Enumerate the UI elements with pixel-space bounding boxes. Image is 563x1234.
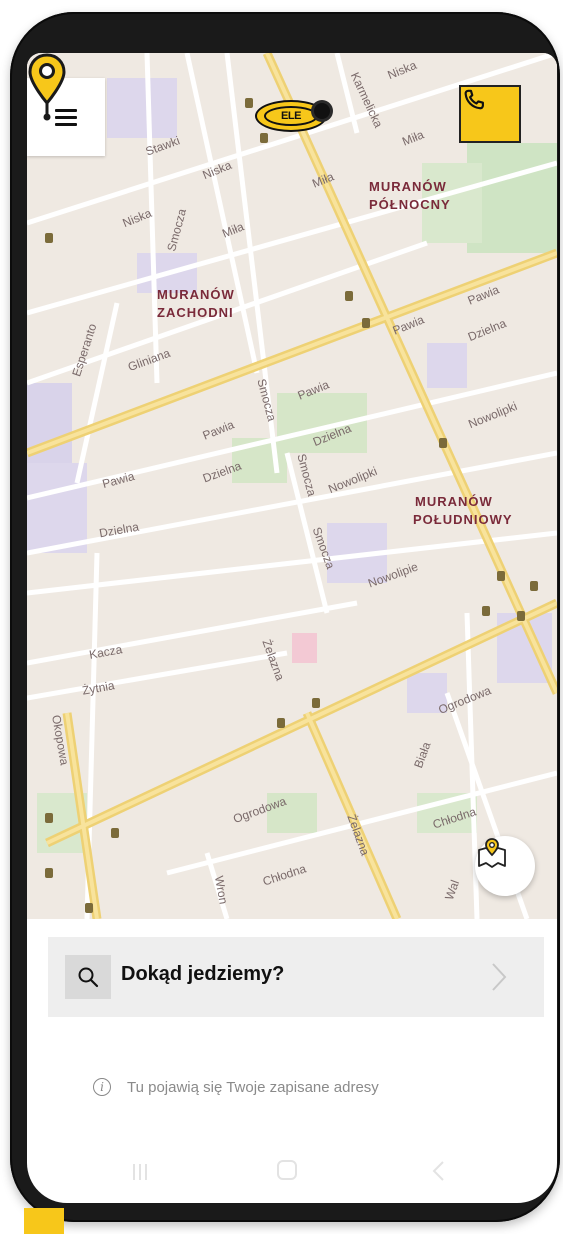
map-location-icon [478,838,506,868]
map-view[interactable]: MURANÓW PÓŁNOCNY MURANÓW ZACHODNI MURANÓW P… [27,53,557,919]
recent-apps-icon[interactable] [130,1162,150,1182]
back-icon[interactable] [431,1160,447,1182]
app-screen: MURANÓW PÓŁNOCNY MURANÓW ZACHODNI MURANÓW P… [27,53,557,1203]
location-pin-icon[interactable] [27,53,67,123]
saved-addresses-empty-state: i Tu pojawią się Twoje zapisane adresy [93,1075,379,1099]
map-selection-button[interactable] [475,836,535,896]
destination-search[interactable]: Dokąd jedziemy? [48,937,544,1017]
phone-icon [464,89,484,110]
search-icon [78,967,99,988]
district-label: MURANÓW ZACHODNI [157,287,235,320]
saved-addresses-message: Tu pojawią się Twoje zapisane adresy [127,1078,379,1096]
search-input[interactable]: Dokąd jedziemy? [121,963,284,986]
district-label: MURANÓW PÓŁNOCNY [369,179,451,212]
background-accent [24,1208,64,1234]
info-icon: i [93,1078,111,1096]
front-camera [314,103,330,119]
district-label: MURANÓW POŁUDNIOWY [413,494,513,527]
search-icon-box [65,955,111,999]
chevron-right-icon [492,963,507,991]
logo-text: ELE [264,106,318,126]
call-button[interactable] [459,85,521,143]
system-navigation-bar [27,1146,557,1198]
home-icon[interactable] [277,1160,297,1180]
